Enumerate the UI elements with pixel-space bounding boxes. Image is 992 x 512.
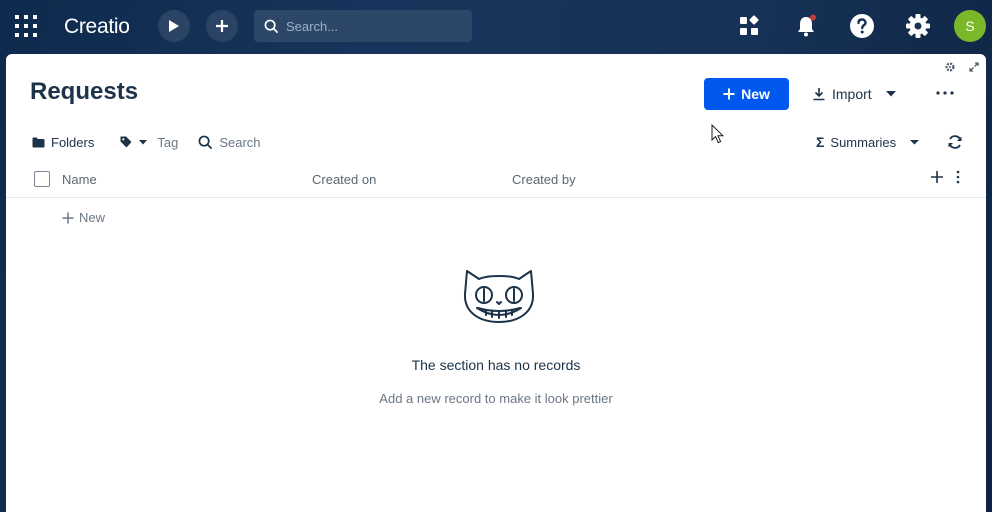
column-options-icon[interactable]	[956, 170, 966, 186]
folders-label: Folders	[51, 134, 95, 150]
cat-illustration	[463, 270, 535, 323]
empty-state-subtitle: Add a new record to make it look prettie…	[379, 391, 613, 406]
chevron-down-icon	[139, 139, 148, 144]
plus-icon	[62, 212, 74, 223]
new-record-button[interactable]: New	[704, 78, 789, 110]
import-button[interactable]: Import	[812, 82, 896, 106]
more-actions-button[interactable]	[934, 84, 956, 102]
top-bar: Creatio Search... S	[0, 0, 992, 54]
select-all-checkbox[interactable]	[34, 171, 50, 187]
app-tiles-icon[interactable]	[735, 12, 763, 40]
download-icon	[813, 88, 825, 101]
chevron-down-icon	[885, 91, 896, 97]
mouse-cursor-icon	[711, 124, 724, 144]
tag-filter-button[interactable]: Tag	[120, 135, 178, 150]
folder-icon	[32, 137, 45, 147]
play-icon	[169, 20, 179, 32]
section-search-input[interactable]	[219, 134, 340, 150]
search-icon	[264, 19, 279, 33]
plus-icon	[723, 88, 735, 100]
global-search[interactable]	[254, 10, 472, 42]
tag-label: Tag	[157, 134, 179, 150]
refresh-icon[interactable]	[947, 134, 965, 152]
add-row-label: New	[79, 210, 106, 225]
new-button-label: New	[741, 86, 770, 102]
tag-icon	[120, 136, 132, 148]
logo[interactable]: Creatio	[64, 12, 130, 42]
ellipsis-icon	[936, 91, 954, 95]
filter-bar: Folders Tag	[32, 132, 340, 152]
chevron-down-icon	[910, 139, 920, 144]
panel-settings-icon[interactable]	[943, 60, 957, 74]
global-search-input[interactable]	[286, 18, 456, 34]
avatar[interactable]: S	[954, 10, 986, 42]
gear-icon[interactable]	[904, 12, 932, 40]
add-column-icon[interactable]	[930, 170, 946, 186]
apps-grid-icon[interactable]	[14, 14, 38, 38]
column-created-on[interactable]: Created on	[312, 172, 376, 187]
empty-state-title: The section has no records	[411, 357, 581, 373]
help-icon[interactable]	[848, 12, 876, 40]
column-created-by[interactable]: Created by	[512, 172, 576, 187]
section-panel: Requests New Import Folders Tag Search Σ…	[6, 54, 986, 512]
sigma-icon: Σ	[816, 134, 825, 150]
expand-icon[interactable]	[967, 60, 981, 74]
plus-icon	[216, 20, 228, 32]
search-icon	[198, 135, 213, 149]
bell-icon[interactable]	[792, 12, 820, 40]
run-process-button[interactable]	[158, 10, 190, 42]
section-search[interactable]	[198, 134, 340, 150]
column-name[interactable]: Name	[62, 172, 97, 187]
folders-button[interactable]: Folders	[32, 135, 94, 150]
summaries-label: Summaries	[830, 134, 897, 150]
summaries-button[interactable]: Σ Summaries	[816, 134, 920, 150]
quick-add-button[interactable]	[206, 10, 238, 42]
add-row-button[interactable]: New	[62, 210, 105, 225]
import-button-label: Import	[832, 86, 872, 102]
grid-header: Name Created on Created by	[6, 162, 986, 198]
page-title: Requests	[30, 78, 139, 105]
